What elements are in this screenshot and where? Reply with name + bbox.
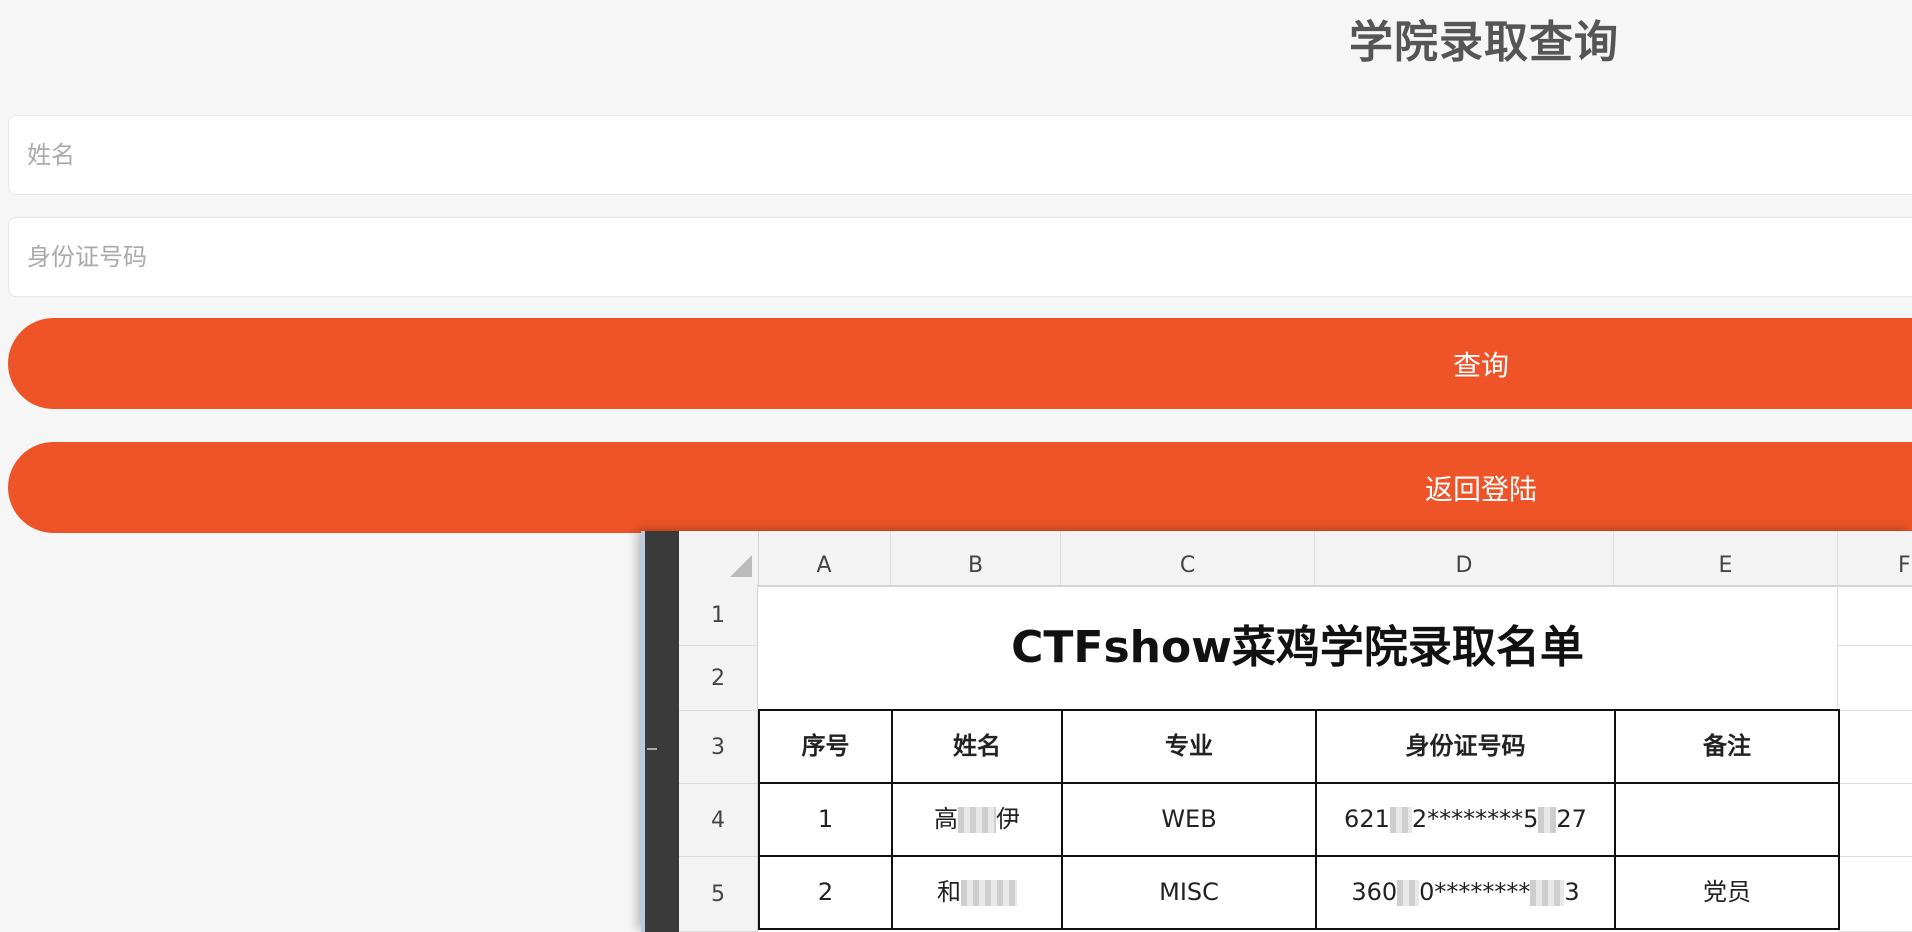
sidebar-tick <box>647 748 657 750</box>
column-header-a: A <box>758 531 891 585</box>
header-cell-id-number: 身份证号码 <box>1317 709 1616 784</box>
column-header-e: E <box>1614 531 1838 585</box>
query-button-label: 查询 <box>1452 348 1510 382</box>
table-cell-id-number: 621 2********5 27 <box>1317 784 1616 857</box>
cell-f1 <box>1838 585 1912 646</box>
redacted-blur <box>958 807 996 833</box>
table-cell-index: 2 <box>758 857 893 930</box>
row-header-4: 4 <box>679 784 758 857</box>
name-visible-part: 高 <box>934 805 958 833</box>
table-cell-index: 1 <box>758 784 893 857</box>
spreadsheet-title: CTFshow菜鸡学院录取名单 <box>758 585 1838 711</box>
name-input[interactable] <box>8 115 1912 195</box>
back-to-login-button[interactable]: 返回登陆 <box>8 442 1912 533</box>
redacted-blur <box>1538 807 1557 833</box>
redacted-blur <box>1397 880 1420 906</box>
redacted-blur <box>1389 807 1412 833</box>
corner-triangle-icon <box>730 555 752 577</box>
name-visible-part: 伊 <box>996 805 1020 833</box>
row-header-1: 1 <box>679 585 758 646</box>
id-number-input[interactable] <box>8 217 1912 297</box>
header-cell-name: 姓名 <box>893 709 1063 784</box>
column-header-d: D <box>1315 531 1614 585</box>
id-visible-part: 27 <box>1556 805 1587 833</box>
page-title: 学院录取查询 <box>1349 17 1619 68</box>
query-button[interactable]: 查询 <box>8 318 1912 409</box>
cell-f5 <box>1838 857 1912 932</box>
id-visible-part: 3 <box>1564 878 1580 906</box>
table-cell-major: WEB <box>1063 784 1317 857</box>
id-visible-part: 0******** <box>1419 878 1531 906</box>
id-visible-part: 360 <box>1351 878 1398 906</box>
table-cell-note <box>1616 784 1840 857</box>
row-header-3: 3 <box>679 711 758 784</box>
id-visible-part: 2********5 <box>1411 805 1539 833</box>
table-cell-name: 和 <box>893 857 1063 930</box>
column-header-b: B <box>891 531 1061 585</box>
row-header-2: 2 <box>679 646 758 711</box>
row-header-5: 5 <box>679 857 758 932</box>
admission-list-spreadsheet-image: A B C D E F 1 2 3 4 5 CTFshow菜鸡学院录取名单 序号… <box>641 531 1912 932</box>
cell-f3 <box>1838 711 1912 784</box>
cell-f4 <box>1838 784 1912 857</box>
sidebar-edge <box>641 531 645 932</box>
id-visible-part: 621 <box>1344 805 1390 833</box>
header-cell-major: 专业 <box>1063 709 1317 784</box>
column-header-f: F <box>1898 553 1911 578</box>
header-cell-index: 序号 <box>758 709 893 784</box>
redacted-blur <box>1530 880 1565 906</box>
table-cell-major: MISC <box>1063 857 1317 930</box>
table-cell-id-number: 360 0******** 3 <box>1317 857 1616 930</box>
column-header-c: C <box>1061 531 1315 585</box>
back-button-label: 返回登陆 <box>1424 472 1538 506</box>
table-cell-name: 高伊 <box>893 784 1063 857</box>
select-all-corner <box>679 531 759 585</box>
table-cell-note: 党员 <box>1616 857 1840 930</box>
redacted-blur <box>961 880 1017 906</box>
cell-f2 <box>1838 646 1912 711</box>
name-visible-part: 和 <box>937 878 961 906</box>
sheet-sidebar <box>641 531 679 932</box>
header-cell-note: 备注 <box>1616 709 1840 784</box>
